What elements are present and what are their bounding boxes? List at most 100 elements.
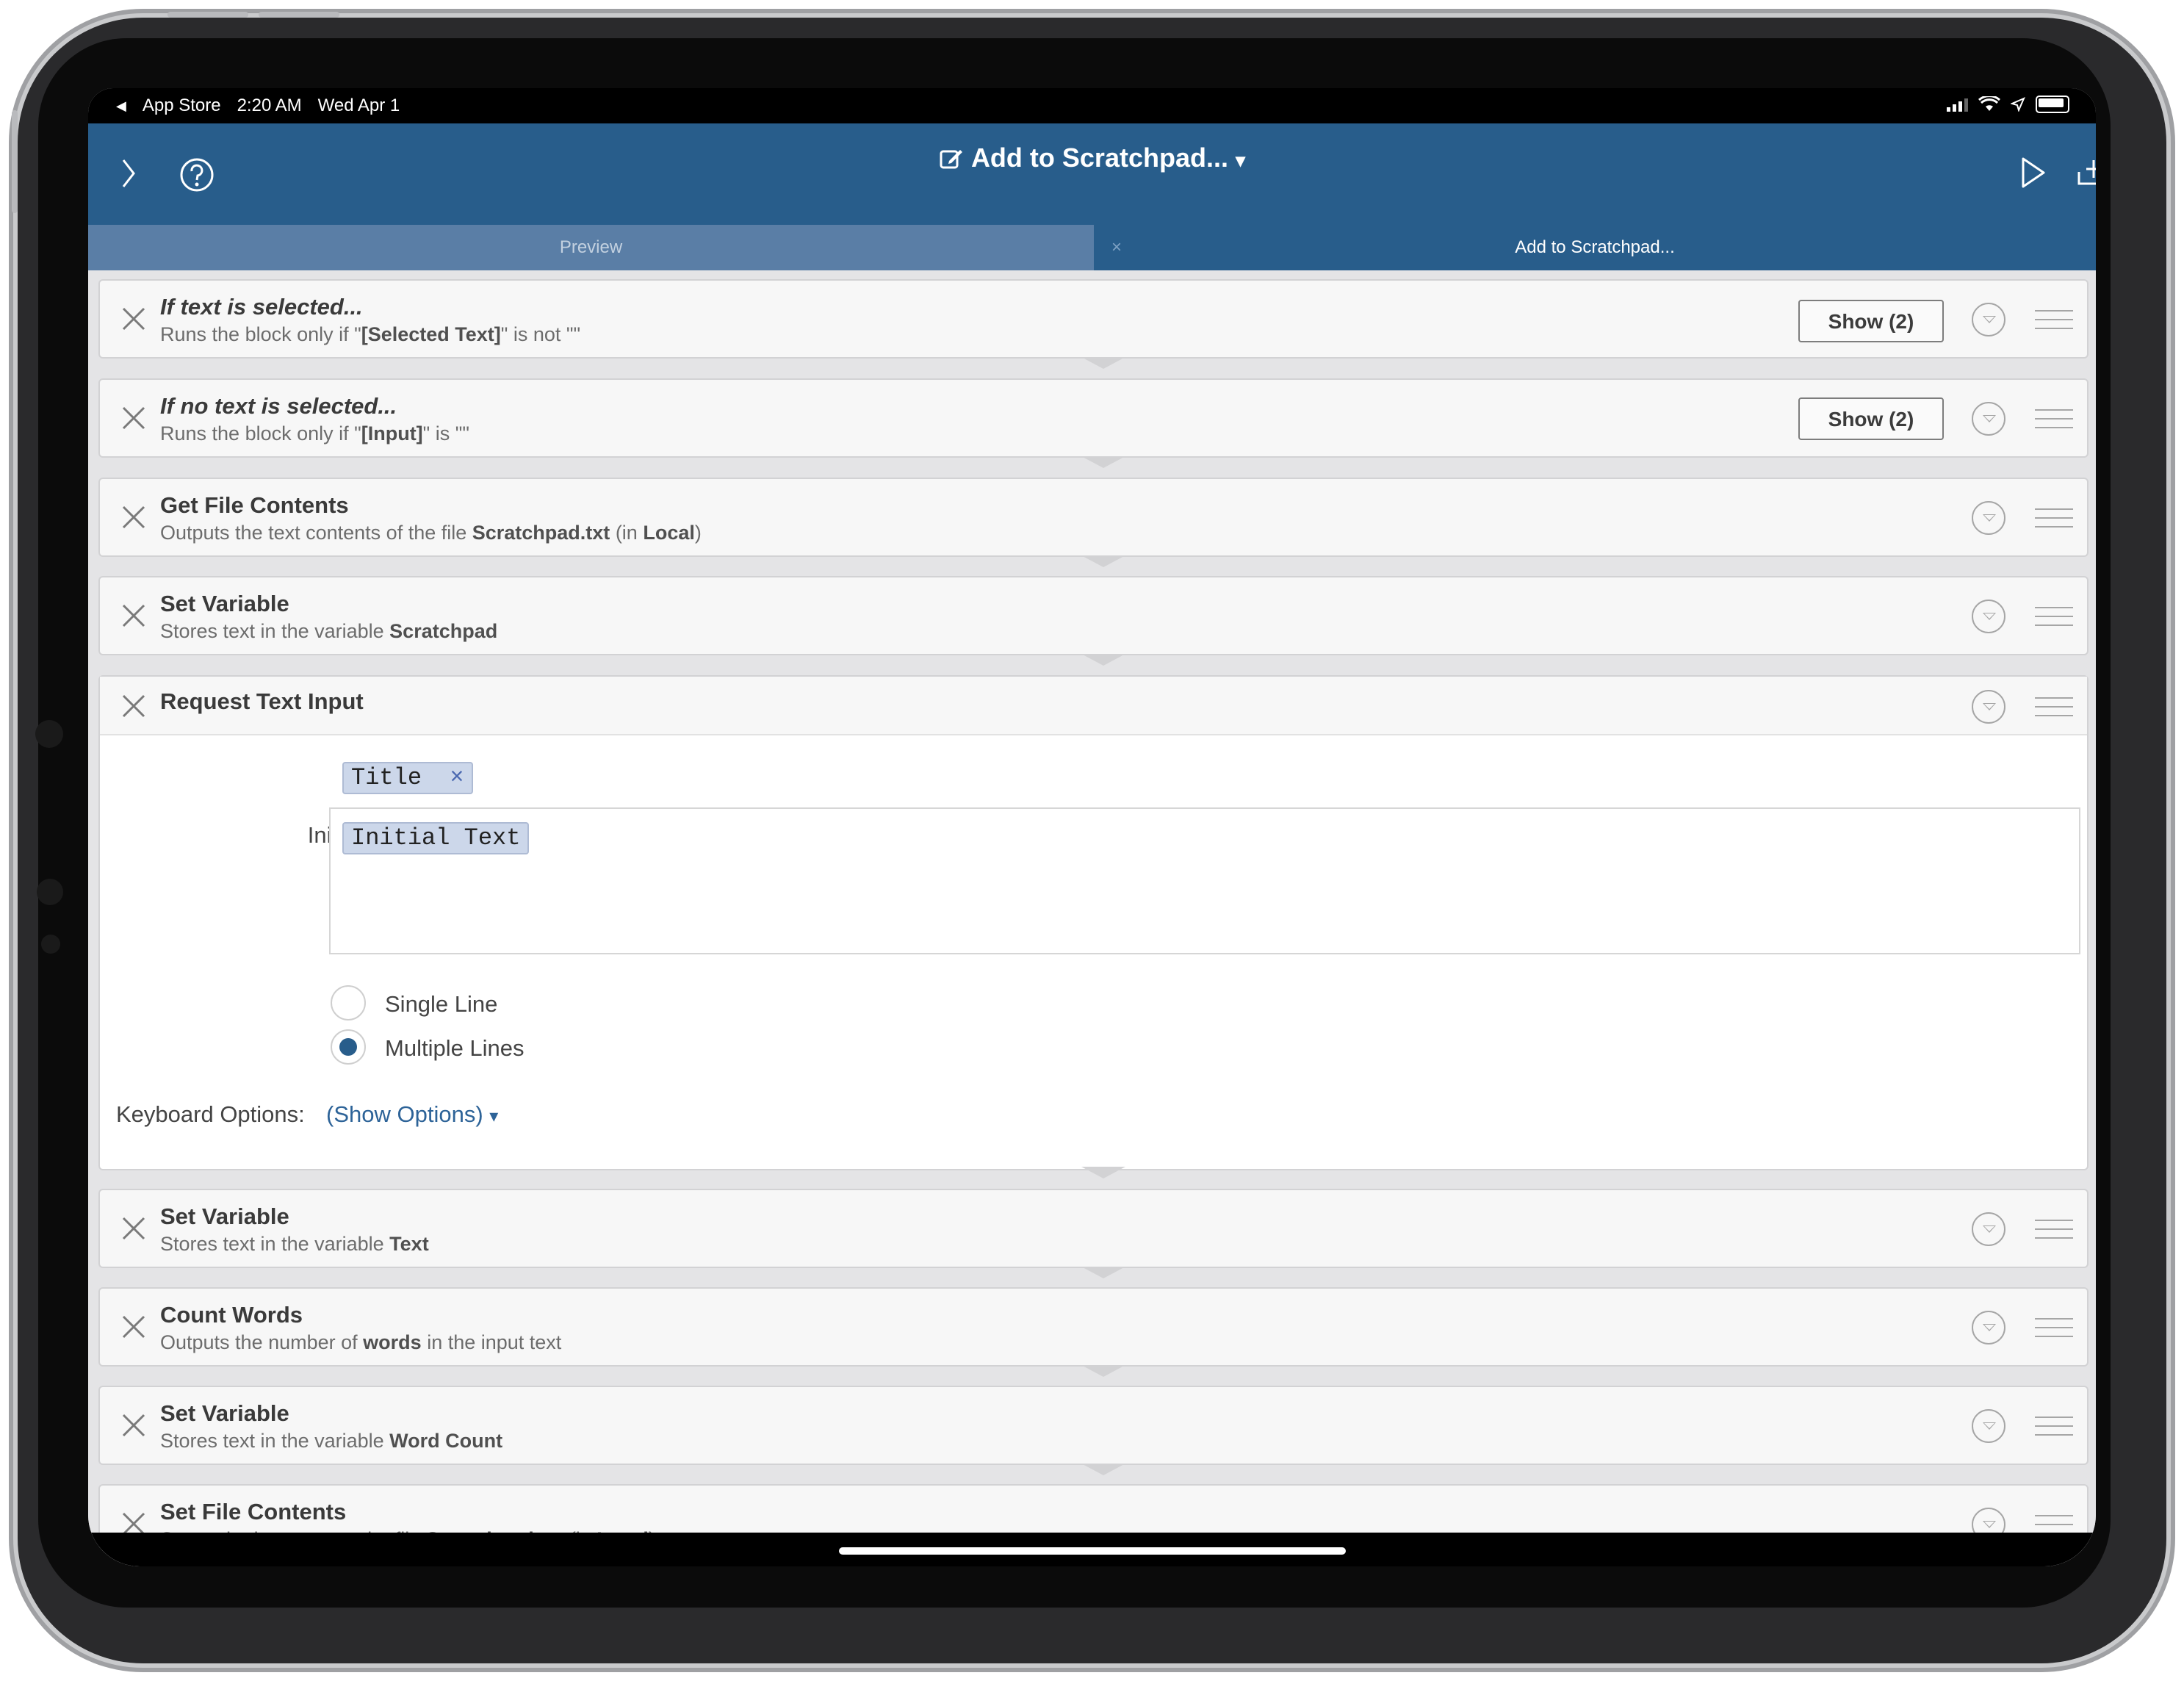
connector [1081,654,1125,666]
title-caret-icon: ▾ [1236,149,1246,171]
chevron-down-circle-icon[interactable] [1972,1212,2005,1246]
connector [1081,1464,1125,1475]
status-bar: ◀ App Store 2:20 AM Wed Apr 1 [88,88,2096,123]
drag-handle-icon[interactable] [2035,697,2073,718]
tab-add-to-scratchpad[interactable]: × Add to Scratchpad... [1094,225,2096,270]
radio-single-line[interactable] [331,985,366,1021]
action-block[interactable]: Set Variable Stores text in the variable… [98,576,2089,655]
action-summary: Stores text in the variable Word Count [160,1430,503,1452]
camera-2 [37,879,63,905]
action-block[interactable]: Get File Contents Outputs the text conte… [98,478,2089,557]
token-remove-icon[interactable]: × [450,764,464,791]
connector [1081,357,1125,369]
action-summary: Outputs the number of words in the input… [160,1331,562,1353]
connector [1081,1267,1125,1278]
back-app-label[interactable]: App Store [143,96,221,116]
keyboard-options-label: Keyboard Options: [116,1101,305,1127]
show-options-caret-icon: ▾ [489,1106,499,1126]
chevron-down-circle-icon[interactable] [1972,501,2005,535]
action-summary: Runs the block only if "[Selected Text]"… [160,323,581,345]
drag-handle-icon[interactable] [2035,1417,2073,1437]
action-summary: Stores text in the variable Scratchpad [160,620,498,642]
action-title: If text is selected... [160,294,363,320]
action-summary: Outputs the text contents of the file Sc… [160,522,702,544]
wifi-icon [1978,96,2000,111]
battery-icon [2036,96,2069,113]
close-x-icon[interactable] [119,691,148,721]
location-icon [2011,97,2025,112]
drag-handle-icon[interactable] [2035,1318,2073,1339]
close-x-icon[interactable] [119,1214,148,1243]
show-options-link[interactable]: (Show Options) ▾ [326,1101,498,1128]
chevron-down-circle-icon[interactable] [1972,1409,2005,1443]
title-token[interactable]: Title × [342,762,473,794]
action-summary: Stores text in the variable Text [160,1233,429,1255]
top-button-right [259,12,339,18]
top-button-left [167,12,248,18]
home-indicator[interactable] [839,1547,1346,1555]
close-x-icon[interactable] [119,1312,148,1342]
initial-text-token[interactable]: Initial Text [342,822,530,854]
close-x-icon[interactable] [119,601,148,630]
action-title: Get File Contents [160,492,349,518]
show-block-button[interactable]: Show (2) [1798,300,1944,342]
close-x-icon[interactable] [119,1411,148,1440]
play-icon[interactable] [2019,156,2048,190]
action-summary: Runs the block only if "[Input]" is "" [160,422,469,444]
action-title: If no text is selected... [160,393,397,419]
action-title: Set Variable [160,591,289,616]
radio-multiple-lines[interactable] [331,1029,366,1065]
action-title: Request Text Input [160,688,364,714]
close-x-icon[interactable] [119,403,148,433]
nav-bar: Add to Scratchpad... ▾ [88,123,2096,225]
action-block[interactable]: Set Variable Stores text in the variable… [98,1189,2089,1268]
action-block[interactable]: Set Variable Stores text in the variable… [98,1386,2089,1465]
connector [1081,1167,1125,1178]
initial-text-area[interactable]: Initial Text [329,807,2080,954]
edit-square-icon [940,150,962,169]
close-x-icon[interactable] [119,304,148,334]
status-time: 2:20 AM [237,96,302,115]
camera-3 [41,935,60,954]
workflow-title-button[interactable]: Add to Scratchpad... ▾ [88,143,2096,173]
drag-handle-icon[interactable] [2035,409,2073,430]
camera-1 [35,720,63,748]
drag-handle-icon[interactable] [2035,1220,2073,1240]
workflow-title: Add to Scratchpad... [970,143,1228,173]
drag-handle-icon[interactable] [2035,607,2073,627]
tab-current-label: Add to Scratchpad... [1515,237,1675,257]
action-block[interactable]: Count Words Outputs the number of words … [98,1287,2089,1367]
action-title: Count Words [160,1302,303,1328]
tab-bar: Preview × Add to Scratchpad... [88,225,2096,270]
action-block-expanded[interactable]: Request Text Input Title Title × Initial… [98,675,2089,1170]
tab-preview[interactable]: Preview [88,225,1094,270]
chevron-down-circle-icon[interactable] [1972,402,2005,436]
chevron-down-circle-icon[interactable] [1972,600,2005,633]
drag-handle-icon[interactable] [2035,310,2073,331]
cellular-icon [1947,97,1968,112]
status-date: Wed Apr 1 [317,96,400,115]
close-tab-icon[interactable]: × [1111,225,1122,270]
action-title: Set File Contents [160,1499,347,1525]
title-field[interactable]: Title × [329,753,2080,809]
drag-handle-icon[interactable] [2035,508,2073,529]
chevron-down-circle-icon[interactable] [1972,690,2005,724]
connector [1081,456,1125,468]
connector [1081,555,1125,567]
action-title: Set Variable [160,1400,289,1426]
action-list: If text is selected... Runs the block on… [88,270,2096,1566]
radio-multiple-lines-label[interactable]: Multiple Lines [385,1035,525,1062]
connector [1081,1365,1125,1377]
chevron-down-circle-icon[interactable] [1972,303,2005,336]
back-triangle-icon[interactable]: ◀ [116,98,126,114]
close-x-icon[interactable] [119,503,148,532]
show-block-button[interactable]: Show (2) [1798,397,1944,440]
action-block[interactable]: If no text is selected... Runs the block… [98,378,2089,458]
screen: ◀ App Store 2:20 AM Wed Apr 1 Add to Scr… [88,88,2096,1566]
action-block[interactable]: If text is selected... Runs the block on… [98,279,2089,359]
chevron-down-circle-icon[interactable] [1972,1311,2005,1345]
expanded-header [100,677,2087,735]
tray-add-icon[interactable] [2076,153,2096,188]
side-button [12,110,18,213]
radio-single-line-label[interactable]: Single Line [385,991,497,1018]
